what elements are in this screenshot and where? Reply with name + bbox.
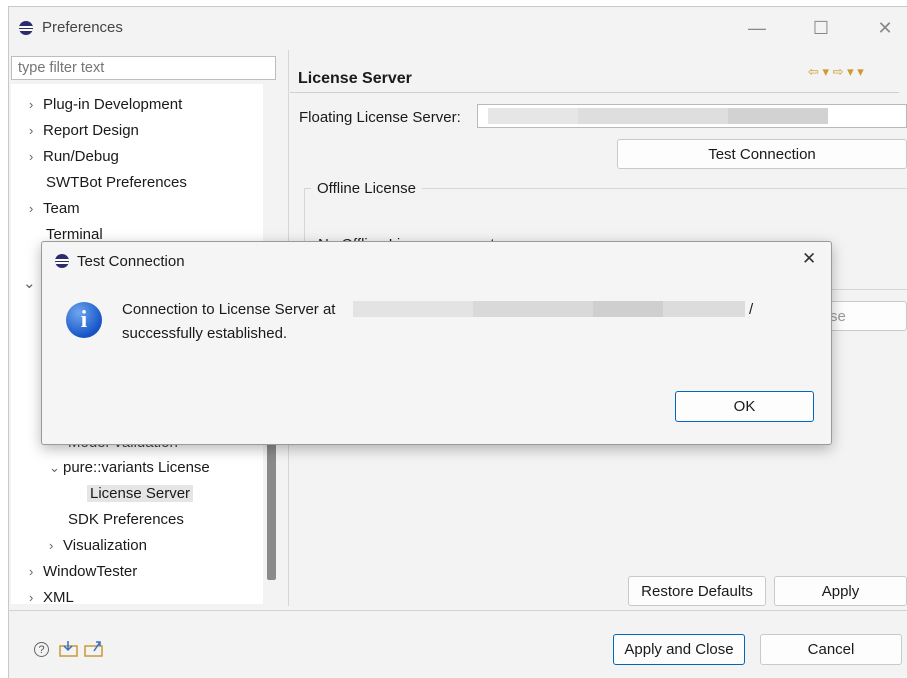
- test-connection-dialog: Test Connection ✕ i Connection to Licens…: [41, 241, 832, 445]
- restore-defaults-button[interactable]: Restore Defaults: [628, 576, 766, 606]
- minimize-button[interactable]: —: [734, 7, 780, 49]
- offline-license-group-label: Offline License: [311, 180, 422, 197]
- redacted-text: [488, 108, 578, 124]
- title-separator: [290, 92, 899, 93]
- chevron-down-icon[interactable]: ⌄: [23, 274, 36, 292]
- tree-item-sdk-preferences[interactable]: SDK Preferences: [68, 511, 184, 528]
- chevron-right-icon[interactable]: ›: [49, 538, 63, 553]
- tree-item-team[interactable]: › Team: [29, 200, 80, 217]
- chevron-right-icon[interactable]: ›: [29, 201, 43, 216]
- maximize-icon: ☐: [812, 17, 830, 38]
- filter-input[interactable]: [11, 56, 276, 80]
- minimize-icon: —: [748, 17, 766, 38]
- navigation-arrows-icon[interactable]: ⇦ ▾ ⇨ ▾ ▾: [808, 64, 864, 80]
- dialog-message-line2: successfully established.: [122, 325, 288, 342]
- tree-item-swtbot-preferences[interactable]: SWTBot Preferences: [46, 174, 187, 191]
- chevron-right-icon[interactable]: ›: [29, 564, 43, 579]
- title-bar: Preferences — ☐ ✕: [9, 7, 907, 49]
- apply-button[interactable]: Apply: [774, 576, 907, 606]
- apply-and-close-button[interactable]: Apply and Close: [613, 634, 745, 665]
- tree-item-report-design[interactable]: › Report Design: [29, 122, 139, 139]
- close-button[interactable]: ✕: [862, 7, 907, 49]
- cancel-button[interactable]: Cancel: [760, 634, 902, 665]
- footer-separator: [8, 610, 907, 611]
- tree-scrollbar-thumb[interactable]: [267, 430, 276, 580]
- floating-license-server-input[interactable]: [477, 104, 907, 128]
- tree-item-visualization[interactable]: › Visualization: [49, 537, 147, 554]
- tree-item-windowtester[interactable]: › WindowTester: [29, 563, 137, 580]
- close-icon: ✕: [877, 17, 893, 38]
- import-icon[interactable]: [59, 640, 79, 658]
- dialog-message-line1: Connection to License Server at: [122, 301, 336, 318]
- tree-item-xml[interactable]: › XML: [29, 589, 74, 604]
- tree-item-plugin-development[interactable]: › Plug-in Development: [29, 96, 182, 113]
- tree-item-purevariants-license[interactable]: ⌄ pure::variants License: [49, 459, 210, 476]
- dialog-title: Test Connection: [77, 253, 185, 270]
- maximize-button[interactable]: ☐: [798, 7, 844, 49]
- tree-item-license-server[interactable]: License Server: [87, 485, 194, 502]
- chevron-right-icon[interactable]: ›: [29, 97, 43, 112]
- floating-license-label: Floating License Server:: [299, 109, 461, 126]
- eclipse-icon: [55, 254, 69, 268]
- chevron-right-icon[interactable]: ›: [29, 123, 43, 138]
- redacted-server-url: [353, 300, 745, 318]
- page-title: License Server: [298, 70, 412, 87]
- chevron-right-icon[interactable]: ›: [29, 590, 43, 604]
- information-icon: i: [66, 302, 102, 338]
- ok-button[interactable]: OK: [675, 391, 814, 422]
- chevron-right-icon[interactable]: ›: [29, 149, 43, 164]
- export-icon[interactable]: [84, 640, 104, 658]
- test-connection-button[interactable]: Test Connection: [617, 139, 907, 169]
- redacted-text: [728, 108, 828, 124]
- redacted-text: [578, 108, 728, 124]
- help-icon[interactable]: ?: [34, 642, 49, 657]
- eclipse-icon: [19, 21, 33, 35]
- window-title: Preferences: [42, 19, 123, 36]
- dialog-close-icon[interactable]: ✕: [802, 249, 816, 269]
- tree-item-run-debug[interactable]: › Run/Debug: [29, 148, 119, 165]
- dialog-message-url-end: /: [749, 301, 754, 318]
- chevron-down-icon[interactable]: ⌄: [49, 460, 63, 476]
